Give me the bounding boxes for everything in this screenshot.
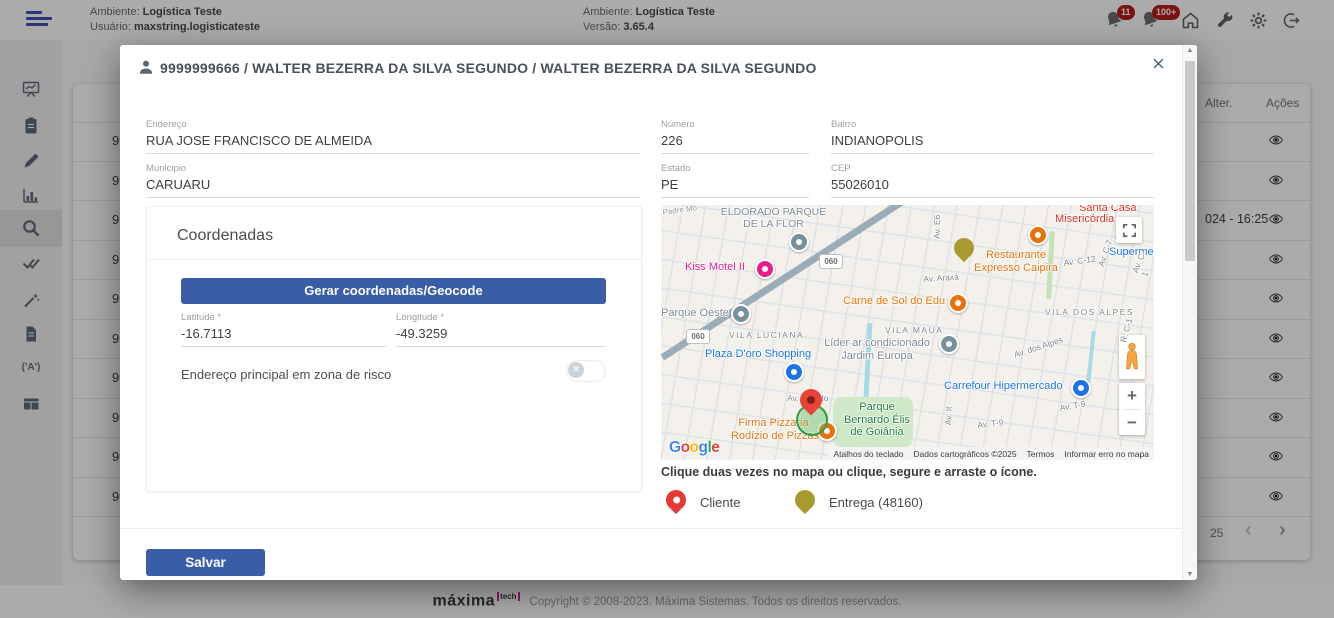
google-logo[interactable]: Google: [669, 439, 719, 457]
map-label: VILA MAUA: [885, 326, 943, 336]
scroll-up-arrow[interactable]: ▲: [1183, 47, 1197, 54]
map-label: Carrefour Hipermercado: [944, 380, 1063, 393]
map-label: Misericórdia: [1055, 213, 1114, 226]
road-shield: 060: [686, 329, 710, 344]
map-label: Av. E6: [933, 215, 943, 239]
field-label: CEP: [831, 163, 1154, 174]
map-attribution: Atalhos do teclado Dados cartográficos ©2…: [828, 447, 1154, 460]
field-value: RUA JOSE FRANCISCO DE ALMEIDA: [146, 133, 640, 154]
map-label: Av. C-12: [1063, 255, 1096, 269]
field-value: 226: [661, 133, 809, 154]
field-label: Estado: [661, 163, 809, 174]
attribution-link[interactable]: Termos: [1027, 449, 1055, 459]
field-value: 55026010: [831, 177, 1154, 198]
coordinates-panel: Coordenadas Gerar coordenadas/Geocode La…: [146, 206, 642, 492]
google-logo-letter: o: [690, 439, 699, 456]
map-poi-icon[interactable]: [784, 362, 804, 382]
map-label: VILA LUCIANA: [729, 331, 804, 341]
coordinates-title: Coordenadas: [177, 227, 273, 245]
map-label: Plaza D'oro Shopping: [705, 348, 811, 361]
entrega-marker-pin[interactable]: [954, 238, 974, 258]
map-label: Av. Araxá: [923, 273, 959, 285]
field-value: PE: [661, 177, 809, 198]
zoom-in-button[interactable]: +: [1119, 383, 1145, 409]
field-label: Bairro: [831, 119, 1154, 130]
map-poi-icon[interactable]: [1028, 225, 1048, 245]
legend-label: Entrega (48160): [829, 495, 923, 510]
latitude-field[interactable]: Latitude * -16.7113: [181, 312, 386, 347]
map-label: ELDORADO PARQUE DE LA FLOR: [716, 206, 831, 230]
modal-scrollbar[interactable]: ▲ ▼: [1182, 45, 1197, 580]
divider: [147, 259, 641, 260]
field-value: CARUARU: [146, 177, 640, 198]
map-canvas[interactable]: + − Google Atalhos do teclado Dados carto…: [661, 205, 1154, 460]
map-poi-icon[interactable]: [789, 232, 809, 252]
map-label: Av. T-9: [1059, 399, 1086, 413]
map-label: Líder ar condicionado Jardim Europa: [821, 337, 933, 362]
toggle-knob-x-icon: ×: [568, 362, 584, 378]
close-icon[interactable]: ×: [1152, 53, 1165, 75]
person-icon: [137, 58, 155, 76]
endereco-field[interactable]: Endereço RUA JOSE FRANCISCO DE ALMEIDA: [146, 119, 640, 154]
attribution-link[interactable]: Atalhos do teclado: [833, 449, 903, 459]
modal-title: 9999999666 / WALTER BEZERRA DA SILVA SEG…: [160, 60, 817, 76]
map-label: Parque Bernardo Élis de Goiânia: [839, 401, 915, 439]
map-waterway: [1086, 331, 1095, 383]
attribution-link[interactable]: Informar erro no mapa: [1064, 449, 1149, 459]
attribution-link[interactable]: Dados cartográficos ©2025: [913, 449, 1016, 459]
map-zoom-control: + −: [1119, 383, 1145, 435]
map-instruction-text: Clique duas vezes no mapa ou clique, seg…: [661, 465, 1037, 479]
google-logo-letter: o: [681, 439, 690, 456]
entrega-legend-pin-icon: [794, 489, 816, 515]
map-poi-icon[interactable]: [731, 304, 751, 324]
legend-label: Cliente: [700, 495, 740, 510]
field-label: Municipio: [146, 163, 640, 174]
map-label: VILA DOS ALPES: [1045, 308, 1134, 318]
map-label: Av. It: [944, 406, 954, 425]
google-logo-letter: G: [669, 439, 681, 456]
map-label: Padre Mo: [662, 205, 698, 217]
map-label: Restaurante Expresso Caipira: [971, 249, 1061, 274]
field-value: -49.3259: [396, 326, 606, 347]
legend-item: Entrega (48160): [794, 487, 923, 517]
field-value: INDIANOPOLIS: [831, 133, 1154, 154]
map-poi-icon[interactable]: [948, 293, 968, 313]
save-button[interactable]: Salvar: [146, 549, 265, 576]
field-label: Endereço: [146, 119, 640, 130]
map-label: Av.: [787, 394, 799, 404]
cliente-marker-pin[interactable]: [800, 389, 822, 411]
scroll-down-arrow[interactable]: ▼: [1183, 571, 1197, 578]
map-poi-icon[interactable]: [1071, 378, 1091, 398]
google-logo-letter: e: [711, 439, 719, 456]
field-label: Latitude *: [181, 312, 386, 323]
bairro-field[interactable]: Bairro INDIANOPOLIS: [831, 119, 1154, 154]
divider: [120, 528, 1197, 529]
map-label: Carne de Sol do Edu: [843, 295, 945, 308]
generate-geocode-button[interactable]: Gerar coordenadas/Geocode: [181, 278, 606, 304]
longitude-field[interactable]: Longitude * -49.3259: [396, 312, 606, 347]
road-shield: 060: [819, 254, 843, 269]
risk-zone-toggle-label: Endereço principal em zona de risco: [181, 367, 391, 382]
field-label: Número: [661, 119, 809, 130]
legend-item: Cliente: [665, 487, 740, 517]
field-label: Longitude *: [396, 312, 606, 323]
cliente-legend-pin-icon: [665, 489, 687, 515]
map-label: Kiss Motel II: [685, 261, 745, 274]
risk-zone-toggle[interactable]: ×: [566, 360, 606, 382]
map-fullscreen-button[interactable]: [1116, 217, 1142, 243]
municipio-field[interactable]: Municipio CARUARU: [146, 163, 640, 198]
map-label: Santa Casa: [1079, 205, 1136, 215]
map-poi-icon[interactable]: [939, 334, 959, 354]
estado-field[interactable]: Estado PE: [661, 163, 809, 198]
field-value: -16.7113: [181, 326, 386, 347]
cep-field[interactable]: CEP 55026010: [831, 163, 1154, 198]
map-label: Av. dos Alpes: [1013, 335, 1064, 360]
scrollbar-thumb[interactable]: [1185, 61, 1195, 261]
numero-field[interactable]: Número 226: [661, 119, 809, 154]
map-poi-icon[interactable]: [755, 259, 775, 279]
map-label: Parque Oeste: [661, 307, 729, 320]
address-modal: 9999999666 / WALTER BEZERRA DA SILVA SEG…: [120, 45, 1197, 580]
zoom-out-button[interactable]: −: [1119, 410, 1145, 436]
map-label: Av. T-9: [977, 418, 1004, 430]
